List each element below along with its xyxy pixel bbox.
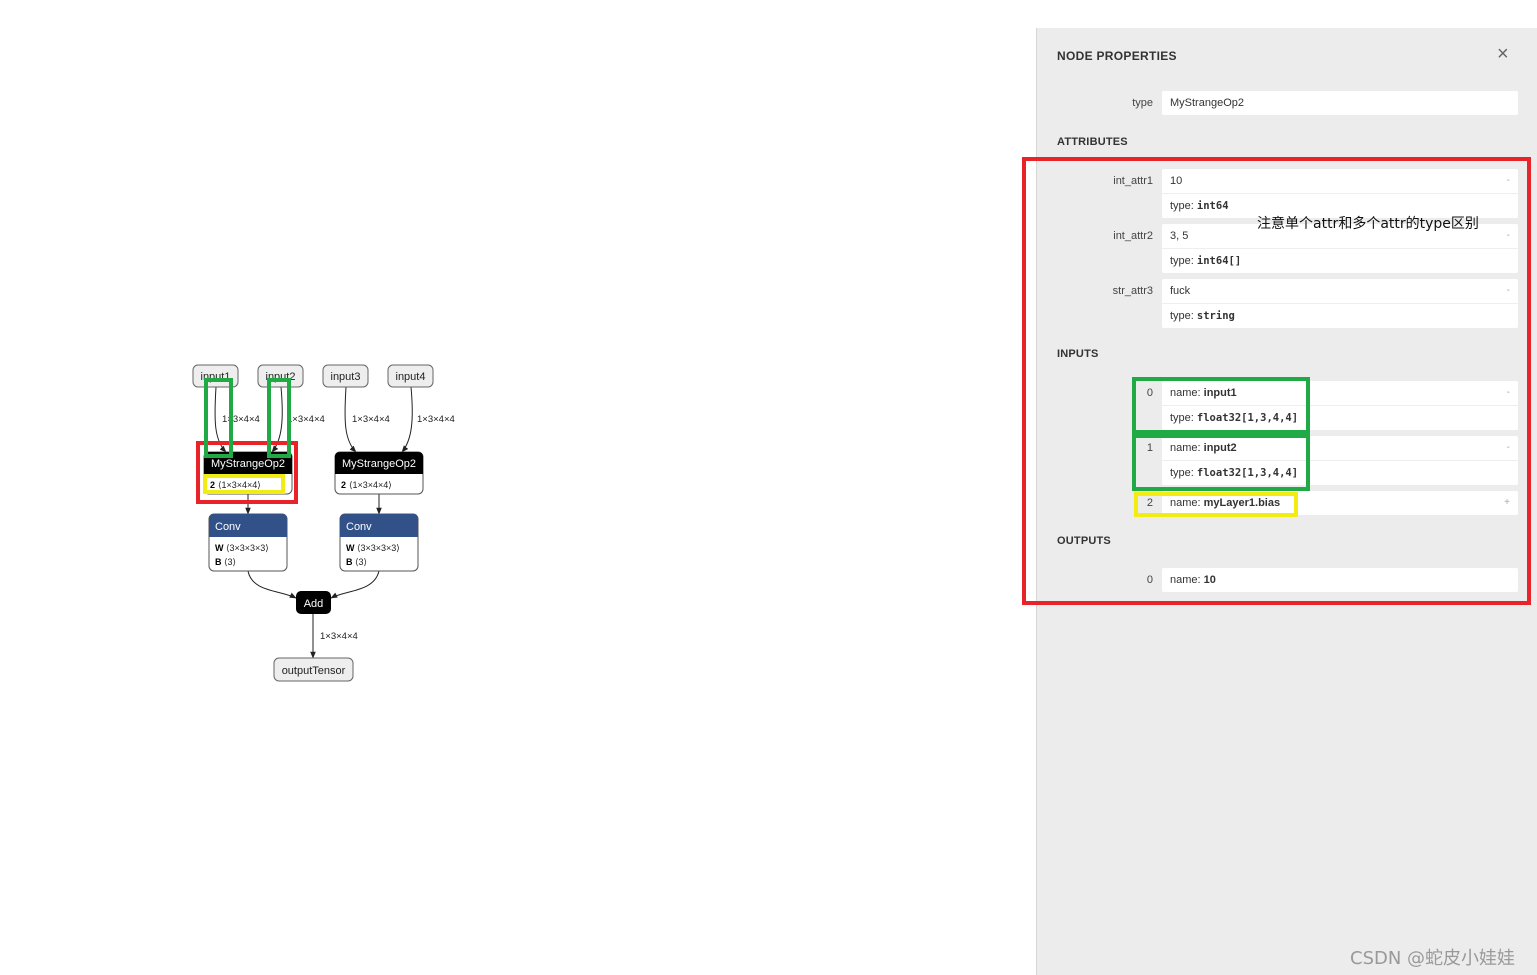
strange-op-detail-key: 2	[341, 480, 346, 490]
attribute-value: fuck	[1170, 285, 1191, 297]
attribute-value: 10	[1170, 175, 1183, 187]
type-label: type	[1132, 97, 1153, 109]
attribute-type-prefix: type:	[1170, 310, 1197, 322]
conv-b-key: B	[215, 557, 222, 567]
output-index: 0	[1146, 574, 1153, 586]
conv-b-val: ⟨3⟩	[355, 557, 367, 567]
type-value: MyStrangeOp2	[1170, 97, 1244, 109]
input-node-label: input1	[201, 371, 231, 383]
output-box-0[interactable]: name: 10	[1162, 568, 1518, 592]
input-node-label: input4	[396, 371, 426, 383]
input-name: input1	[1203, 387, 1237, 399]
panel-title: NODE PROPERTIES	[1057, 49, 1177, 63]
input-index: 2	[1146, 497, 1153, 509]
attribute-name: str_attr3	[1112, 285, 1153, 297]
graph-canvas[interactable]: 1×3×4×4 1×3×4×4 1×3×4×4 1×3×4×4 1×3×4×4 …	[0, 0, 1036, 975]
input-box-0[interactable]: name: input1 - type: float32[1,3,4,4]	[1162, 381, 1518, 430]
attribute-type: string	[1196, 310, 1235, 322]
add-node-label: Add	[304, 598, 324, 610]
edge-input4-op2	[401, 386, 413, 453]
input-node-input4[interactable]: input4	[387, 364, 434, 388]
add-node[interactable]: Add	[296, 591, 331, 614]
outputs-header: OUTPUTS	[1057, 535, 1111, 547]
attribute-type: int64[]	[1196, 255, 1242, 267]
strange-op-detail-val: ⟨1×3×4×4⟩	[218, 480, 261, 490]
attribute-name: int_attr2	[1113, 230, 1153, 242]
inputs-header: INPUTS	[1057, 348, 1099, 360]
conv-w-val: ⟨3×3×3×3⟩	[357, 543, 400, 553]
attribute-value: 3, 5	[1170, 230, 1189, 242]
collapse-toggle[interactable]: -	[1507, 436, 1510, 460]
input-index: 1	[1146, 442, 1153, 454]
strange-op-title: MyStrangeOp2	[342, 458, 416, 470]
graph-svg: 1×3×4×4 1×3×4×4 1×3×4×4 1×3×4×4 1×3×4×4 …	[192, 364, 455, 682]
edge-label: 1×3×4×4	[320, 631, 358, 642]
conv-w-key: W	[346, 543, 355, 553]
attribute-name: int_attr1	[1113, 175, 1153, 187]
conv-b-key: B	[346, 557, 353, 567]
attribute-type: int64	[1196, 200, 1229, 212]
input-node-input1[interactable]: input1	[192, 364, 239, 388]
input-type-prefix: type:	[1170, 412, 1197, 424]
annotation-note: 注意单个attr和多个attr的type区别	[1257, 216, 1479, 232]
conv-b-val: ⟨3⟩	[224, 557, 236, 567]
edge-label: 1×3×4×4	[222, 414, 260, 425]
input-type-prefix: type:	[1170, 467, 1197, 479]
input-name-prefix: name:	[1170, 442, 1204, 454]
input-name-prefix: name:	[1170, 497, 1204, 509]
input-box-2[interactable]: name: myLayer1.bias +	[1162, 491, 1518, 515]
conv-w-val: ⟨3×3×3×3⟩	[226, 543, 269, 553]
attributes-header: ATTRIBUTES	[1057, 136, 1128, 148]
input-type: float32[1,3,4,4]	[1196, 467, 1299, 479]
edge-input2-op1	[271, 386, 283, 453]
input-node-label: input3	[331, 371, 361, 383]
strange-op-title: MyStrangeOp2	[211, 458, 285, 470]
node-properties-panel: NODE PROPERTIES × type MyStrangeOp2 ATTR…	[1036, 28, 1537, 975]
attribute-type-prefix: type:	[1170, 200, 1197, 212]
collapse-toggle[interactable]: -	[1507, 381, 1510, 405]
input-box-1[interactable]: name: input2 - type: float32[1,3,4,4]	[1162, 436, 1518, 485]
edge-label: 1×3×4×4	[352, 414, 390, 425]
type-value-box[interactable]: MyStrangeOp2	[1162, 91, 1518, 115]
strange-op-detail-val: ⟨1×3×4×4⟩	[349, 480, 392, 490]
edge-conv2-add	[330, 570, 380, 599]
output-name-prefix: name:	[1170, 574, 1204, 586]
output-node[interactable]: outputTensor	[273, 657, 354, 682]
conv-title: Conv	[346, 521, 372, 533]
input-name: input2	[1203, 442, 1237, 454]
collapse-toggle[interactable]: -	[1507, 169, 1510, 193]
conv-title: Conv	[215, 521, 241, 533]
watermark: CSDN @蛇皮小娃娃	[1350, 948, 1516, 969]
attribute-box-str-attr3[interactable]: fuck - type: string	[1162, 279, 1518, 328]
input-name: myLayer1.bias	[1203, 497, 1281, 509]
attribute-box-int-attr1[interactable]: 10 - type: int64	[1162, 169, 1518, 218]
input-index: 0	[1146, 387, 1153, 399]
strange-op-detail-key: 2	[210, 480, 215, 490]
edge-label: 1×3×4×4	[417, 414, 455, 425]
input-type: float32[1,3,4,4]	[1196, 412, 1299, 424]
strange-op-node-1[interactable]: MyStrangeOp2 2 ⟨1×3×4×4⟩	[203, 451, 293, 495]
attribute-type-prefix: type:	[1170, 255, 1197, 267]
input-name-prefix: name:	[1170, 387, 1204, 399]
input-node-label: input2	[266, 371, 296, 383]
input-node-input2[interactable]: input2	[257, 364, 304, 388]
collapse-toggle[interactable]: -	[1507, 224, 1510, 248]
conv-node-2[interactable]: Conv W ⟨3×3×3×3⟩ B ⟨3⟩	[339, 513, 419, 572]
conv-w-key: W	[215, 543, 224, 553]
collapse-toggle[interactable]: -	[1507, 279, 1510, 303]
strange-op-node-2[interactable]: MyStrangeOp2 2 ⟨1×3×4×4⟩	[334, 451, 424, 495]
edge-conv1-add	[247, 570, 297, 599]
close-icon[interactable]: ×	[1497, 44, 1509, 64]
edge-label: 1×3×4×4	[287, 414, 325, 425]
output-name: 10	[1203, 574, 1216, 586]
output-node-label: outputTensor	[282, 665, 346, 677]
expand-toggle[interactable]: +	[1504, 491, 1510, 515]
input-node-input3[interactable]: input3	[322, 364, 369, 388]
conv-node-1[interactable]: Conv W ⟨3×3×3×3⟩ B ⟨3⟩	[208, 513, 288, 572]
